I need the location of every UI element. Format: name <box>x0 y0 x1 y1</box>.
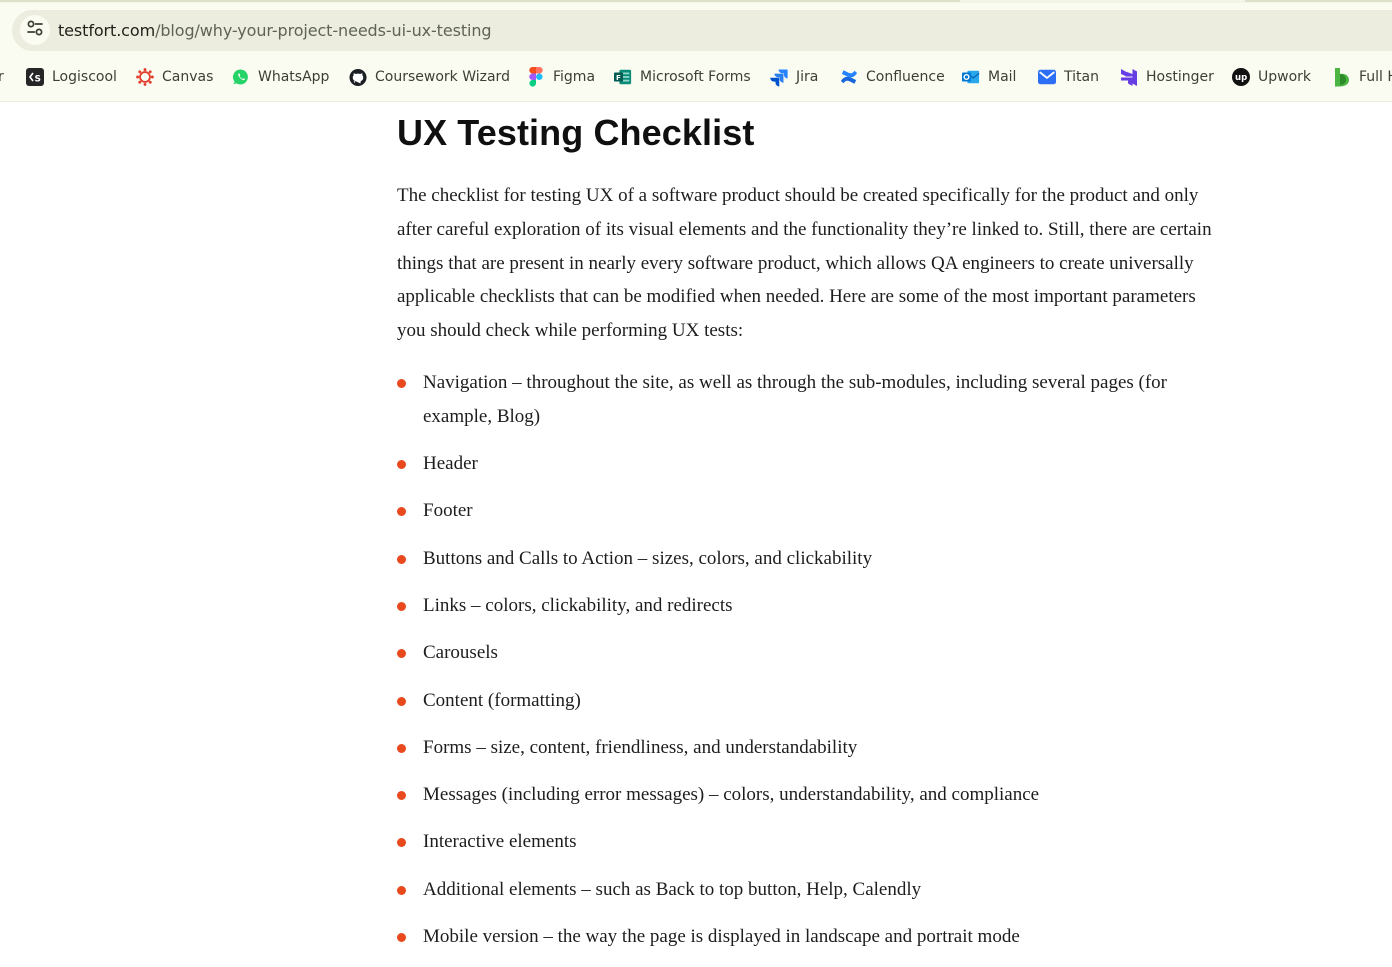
checklist-item-text: Carousels <box>423 642 498 664</box>
github-icon <box>349 68 367 86</box>
outlook-mail-icon <box>962 68 980 86</box>
bookmark-truncated[interactable]: r <box>0 66 4 90</box>
bookmark-label: Logiscool <box>52 69 117 85</box>
bullet-dot <box>397 743 406 753</box>
bullet-dot <box>397 885 406 895</box>
bookmark-hostinger[interactable]: Hostinger <box>1120 66 1214 88</box>
microsoft-forms-icon: F <box>614 68 632 86</box>
confluence-icon <box>840 68 858 86</box>
checklist-item: Navigation – throughout the site, as wel… <box>397 366 1227 434</box>
logiscool-icon: S <box>26 68 44 86</box>
checklist-item: Footer <box>397 494 1227 528</box>
bullet-dot <box>397 554 406 564</box>
figma-icon <box>527 67 545 87</box>
bullet-dot <box>397 507 406 517</box>
url-path: /blog/why-your-project-needs-ui-ux-testi… <box>155 21 492 40</box>
section-heading: UX Testing Checklist <box>397 112 755 153</box>
checklist-item: Messages (including error messages) – co… <box>397 778 1227 812</box>
bookmark-confluence[interactable]: Confluence <box>840 66 945 88</box>
checklist-item: Buttons and Calls to Action – sizes, col… <box>397 542 1227 576</box>
svg-text:S: S <box>35 75 41 85</box>
checklist-item-text: Links – colors, clickability, and redire… <box>423 594 733 616</box>
checklist-item: Additional elements – such as Back to to… <box>397 873 1227 907</box>
bookmark-label: Mail <box>988 69 1017 85</box>
titan-mail-icon <box>1038 68 1056 86</box>
bookmark-mail[interactable]: Mail <box>962 66 1016 88</box>
bullet-dot <box>397 460 406 470</box>
checklist-item-text: Header <box>423 453 478 475</box>
checklist-item-text: Additional elements – such as Back to to… <box>423 878 922 900</box>
bookmark-label: Hostinger <box>1146 69 1214 85</box>
checklist-item-text: Content (formatting) <box>423 689 581 711</box>
browser-chrome: testfort.com/blog/why-your-project-needs… <box>0 0 1392 102</box>
checklist-item: Carousels <box>397 636 1227 670</box>
bookmarks-bar: r S Logiscool Canvas WhatsApp Coursework… <box>0 62 1392 92</box>
url-host: testfort.com <box>58 21 156 40</box>
whatsapp-icon <box>232 68 250 86</box>
ux-checklist: Navigation – throughout the site, as wel… <box>397 366 1227 967</box>
canvas-icon <box>136 68 154 86</box>
bookmark-label: WhatsApp <box>258 69 330 85</box>
intro-paragraph: The checklist for testing UX of a softwa… <box>397 185 1212 342</box>
checklist-item: Content (formatting) <box>397 684 1227 718</box>
checklist-item-text: Messages (including error messages) – co… <box>423 784 1040 806</box>
bullet-dot <box>397 933 406 943</box>
checklist-item-text: Footer <box>423 500 473 522</box>
bookmark-label: Microsoft Forms <box>640 69 751 85</box>
upwork-icon: up <box>1232 68 1250 86</box>
jira-icon <box>770 68 788 87</box>
checklist-item: Mobile version – the way the page is dis… <box>397 920 1227 954</box>
bookmark-logiscool[interactable]: S Logiscool <box>26 66 117 88</box>
checklist-item: Forms – size, content, friendliness, and… <box>397 731 1227 765</box>
bookmark-label: Figma <box>553 69 596 85</box>
bookmark-green-icon <box>1333 68 1351 87</box>
bookmark-whatsapp[interactable]: WhatsApp <box>232 66 329 88</box>
tab-strip-edge <box>0 0 1392 3</box>
bookmark-microsoft-forms[interactable]: F Microsoft Forms <box>614 66 751 88</box>
checklist-item-text: Forms – size, content, friendliness, and… <box>423 736 858 758</box>
bookmark-label: Canvas <box>162 69 214 85</box>
bookmark-canvas[interactable]: Canvas <box>136 66 213 88</box>
bookmark-coursework-wizard[interactable]: Coursework Wizard <box>349 66 510 88</box>
bookmark-upwork[interactable]: up Upwork <box>1232 66 1311 88</box>
checklist-item-text: Interactive elements <box>423 831 577 853</box>
bullet-dot <box>397 696 406 706</box>
bookmark-label: Full H <box>1359 69 1392 85</box>
svg-text:F: F <box>616 73 621 82</box>
bookmark-label: Titan <box>1064 69 1099 85</box>
bullet-dot <box>397 649 406 659</box>
checklist-item: Header <box>397 447 1227 481</box>
checklist-item-text: Buttons and Calls to Action – sizes, col… <box>423 547 873 569</box>
bookmark-full-h[interactable]: Full H <box>1333 66 1392 88</box>
bookmark-label: Jira <box>796 69 819 85</box>
bullet-dot <box>397 791 406 801</box>
bullet-dot <box>397 379 406 388</box>
url-text[interactable]: testfort.com/blog/why-your-project-needs… <box>58 21 492 40</box>
checklist-item-text: Navigation – throughout the site, as wel… <box>423 372 1168 427</box>
bookmark-label: Coursework Wizard <box>375 69 510 85</box>
bookmark-jira[interactable]: Jira <box>770 66 818 88</box>
site-info-button[interactable] <box>20 15 50 45</box>
checklist-item-text: Mobile version – the way the page is dis… <box>423 926 1020 948</box>
bookmark-titan[interactable]: Titan <box>1038 66 1099 88</box>
bullet-dot <box>397 601 406 611</box>
checklist-item: Links – colors, clickability, and redire… <box>397 589 1227 623</box>
tune-icon <box>26 19 44 42</box>
bookmark-figma[interactable]: Figma <box>527 66 595 88</box>
address-bar[interactable]: testfort.com/blog/why-your-project-needs… <box>12 10 1392 51</box>
bookmark-label: Upwork <box>1258 69 1312 85</box>
checklist-item: Interactive elements <box>397 825 1227 859</box>
hostinger-icon <box>1120 68 1138 86</box>
svg-text:up: up <box>1235 73 1247 83</box>
bookmark-label: Confluence <box>866 69 945 85</box>
bullet-dot <box>397 838 406 848</box>
